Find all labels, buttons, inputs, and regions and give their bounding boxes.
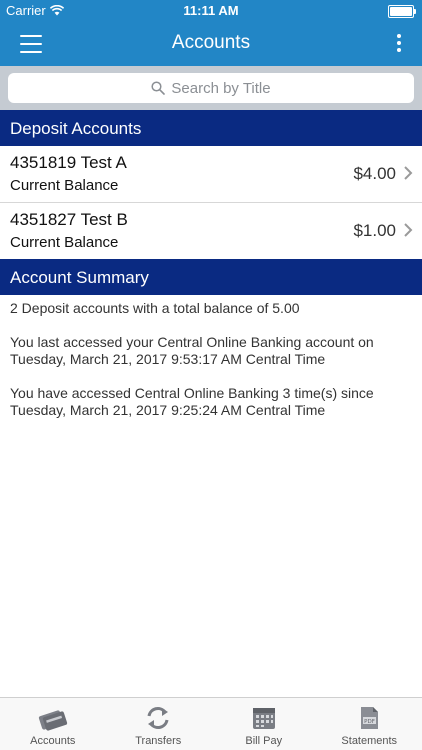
search-icon — [151, 81, 166, 95]
top-bar: Carrier 11:11 AM Accounts — [0, 0, 422, 66]
balance-amount: $4.00 — [353, 164, 396, 183]
search-placeholder: Search by Title — [171, 79, 271, 97]
status-bar: Carrier 11:11 AM — [0, 0, 422, 22]
access-count-line1: You have accessed Central Online Banking… — [10, 385, 374, 401]
page-title: Accounts — [171, 32, 251, 53]
tab-label: Transfers — [135, 735, 182, 747]
deposit-accounts-header: Deposit Accounts — [0, 110, 422, 146]
tab-accounts[interactable]: Accounts — [0, 698, 106, 750]
transfer-icon — [147, 707, 169, 729]
tab-label: Statements — [341, 735, 398, 747]
nav-bar: Accounts — [0, 22, 422, 66]
summary-total: 2 Deposit accounts with a total balance … — [10, 300, 300, 316]
account-summary-header: Account Summary — [0, 259, 422, 295]
tab-transfers[interactable]: Transfers — [106, 698, 212, 750]
tab-bar: Accounts Transfers Bill Pay PDF Statemen… — [0, 697, 422, 750]
cards-icon — [38, 710, 67, 731]
access-count-line2: Tuesday, March 21, 2017 9:25:24 AM Centr… — [10, 402, 326, 418]
section-title: Account Summary — [10, 268, 149, 287]
balance-label: Current Balance — [10, 177, 119, 194]
account-row[interactable]: 4351827 Test B Current Balance $1.00 — [0, 203, 422, 260]
tab-label: Bill Pay — [245, 735, 283, 747]
tab-label: Accounts — [30, 735, 76, 747]
search-bar-container: Search by Title — [0, 66, 422, 110]
tab-statements[interactable]: PDF Statements — [317, 698, 422, 750]
balance-label: Current Balance — [10, 234, 119, 251]
balance-amount: $1.00 — [353, 221, 396, 240]
last-access-line1: You last accessed your Central Online Ba… — [10, 334, 374, 350]
pdf-icon: PDF — [361, 707, 379, 729]
chevron-right-icon — [404, 166, 413, 180]
tab-bill-pay[interactable]: Bill Pay — [211, 698, 317, 750]
account-row[interactable]: 4351819 Test A Current Balance $4.00 — [0, 146, 422, 203]
chevron-right-icon — [404, 223, 413, 237]
more-options-icon[interactable] — [396, 34, 402, 54]
calendar-icon — [252, 708, 275, 729]
svg-text:PDF: PDF — [364, 719, 375, 725]
last-access-line2: Tuesday, March 21, 2017 9:53:17 AM Centr… — [10, 351, 326, 367]
search-input[interactable]: Search by Title — [8, 73, 414, 103]
battery-icon — [388, 5, 416, 18]
status-time: 11:11 AM — [183, 3, 239, 18]
account-name: 4351827 Test B — [10, 210, 128, 229]
section-title: Deposit Accounts — [10, 119, 142, 138]
account-name: 4351819 Test A — [10, 153, 127, 172]
